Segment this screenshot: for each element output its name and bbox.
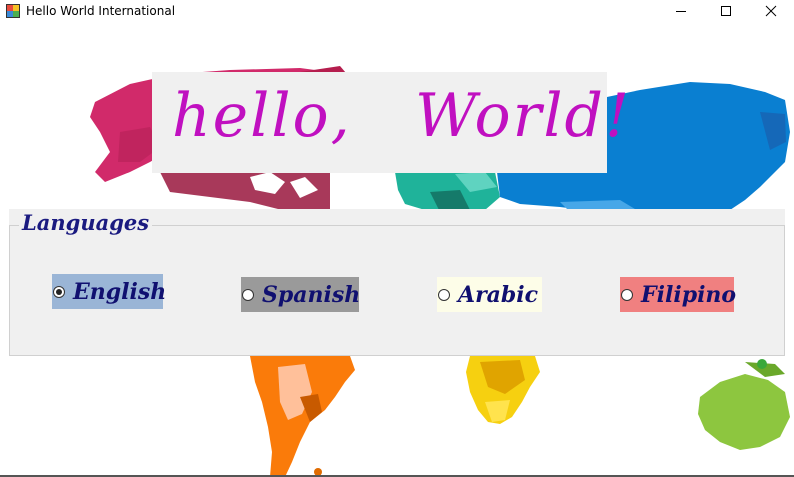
radio-label-arabic: Arabic <box>458 281 539 308</box>
radio-button-icon[interactable] <box>242 288 254 301</box>
minimize-icon <box>676 11 686 12</box>
greeting-text: hello, World! <box>172 81 632 151</box>
radio-filipino[interactable]: Filipino <box>620 277 737 312</box>
languages-legend: Languages <box>19 210 153 236</box>
minimize-button[interactable] <box>658 0 704 22</box>
map-island-1 <box>757 359 767 369</box>
radio-spanish[interactable]: Spanish <box>241 277 361 312</box>
radio-button-icon[interactable] <box>621 288 633 301</box>
close-button[interactable] <box>748 0 794 22</box>
maximize-icon <box>721 6 731 16</box>
radio-label-filipino: Filipino <box>641 281 737 308</box>
radio-label-english: English <box>73 278 167 305</box>
close-icon <box>765 5 777 17</box>
form-canvas: hello, World! Languages English Spanish … <box>0 22 794 477</box>
radio-button-icon[interactable] <box>438 288 450 301</box>
greeting-panel: hello, World! <box>152 72 629 173</box>
radio-button-checked-icon[interactable] <box>53 285 65 298</box>
maximize-button[interactable] <box>703 0 749 22</box>
radio-english[interactable]: English <box>52 274 167 309</box>
languages-groupbox: Languages English Spanish Arabic Filipin… <box>9 209 785 356</box>
title-bar[interactable]: Hello World International <box>0 0 794 22</box>
radio-label-spanish: Spanish <box>262 281 361 308</box>
radio-arabic[interactable]: Arabic <box>437 277 542 312</box>
window-title: Hello World International <box>26 4 176 18</box>
app-icon <box>6 4 20 18</box>
map-australia <box>698 374 790 450</box>
